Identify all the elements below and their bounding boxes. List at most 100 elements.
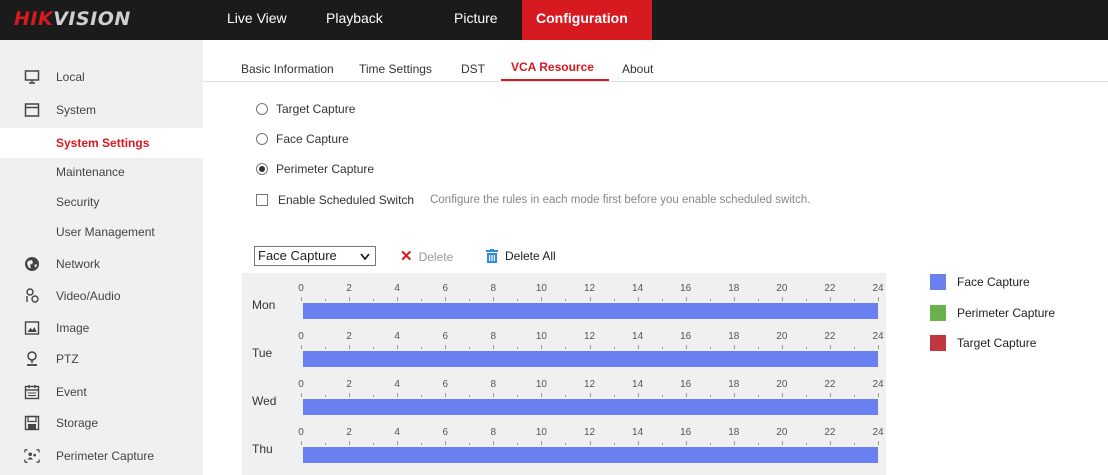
hour-tick-mark	[685, 441, 687, 445]
hour-tick-mark	[397, 393, 399, 397]
hour-tick-mark	[445, 297, 447, 301]
hour-minor-tick-mark	[757, 347, 759, 349]
hour-tick-label: 2	[346, 427, 352, 438]
hour-minor-tick-mark	[469, 443, 471, 445]
hour-tick-mark	[541, 345, 543, 349]
nav-configuration[interactable]: Configuration	[522, 0, 652, 40]
hour-tick-label: 8	[490, 427, 497, 438]
mode-option-face-capture[interactable]: Face Capture	[256, 131, 349, 147]
hour-tick-label: 16	[680, 331, 692, 342]
hour-tick-label: 16	[680, 427, 692, 438]
hour-tick-label: 0	[298, 331, 304, 342]
hour-tick-label: 14	[632, 283, 644, 294]
hour-tick-mark	[637, 441, 639, 445]
hour-minor-tick-mark	[325, 347, 327, 349]
radio-button[interactable]	[256, 133, 268, 145]
sidebar-item-label: System Settings	[56, 136, 150, 150]
hour-tick-mark	[685, 393, 687, 397]
hour-minor-tick-mark	[517, 347, 519, 349]
sidebar-item-network[interactable]: Network	[0, 249, 203, 279]
tab-basic-information[interactable]: Basic Information	[241, 62, 334, 76]
enable-scheduled-switch-checkbox[interactable]	[256, 194, 268, 206]
schedule-bar[interactable]	[303, 303, 878, 319]
save-icon	[24, 415, 40, 431]
hour-minor-tick-mark	[661, 395, 663, 397]
hour-tick-mark	[349, 297, 351, 301]
hour-tick-label: 14	[632, 427, 644, 438]
calendar-icon	[24, 384, 40, 400]
hour-tick-label: 14	[632, 379, 644, 390]
hour-tick-label: 2	[346, 283, 352, 294]
hour-tick-label: 8	[490, 283, 497, 294]
sidebar-item-ptz[interactable]: PTZ	[0, 344, 203, 374]
image-icon	[24, 320, 40, 336]
tab-time-settings[interactable]: Time Settings	[359, 62, 432, 76]
hour-tick-label: 2	[346, 379, 352, 390]
tab-about[interactable]: About	[622, 62, 653, 76]
schedule-bar[interactable]	[303, 351, 878, 367]
hour-tick-mark	[685, 297, 687, 301]
delete-button-label: Delete	[418, 250, 454, 264]
hour-tick-mark	[301, 393, 302, 397]
legend-item-face-capture: Face Capture	[930, 274, 1030, 290]
ptz-icon	[24, 351, 40, 367]
nav-picture[interactable]: Picture	[440, 0, 522, 40]
tab-vca-resource[interactable]: VCA Resource	[511, 60, 594, 74]
logo-part-vision: VISION	[53, 8, 131, 30]
hour-tick-label: 4	[394, 283, 400, 294]
logo-part-hik: HIK	[14, 8, 54, 30]
radio-button[interactable]	[256, 103, 268, 115]
hour-tick-mark	[301, 345, 302, 349]
schedule-bar[interactable]	[303, 447, 878, 463]
mode-option-perimeter-capture[interactable]: Perimeter Capture	[256, 161, 374, 177]
day-label: Thu	[252, 442, 273, 456]
hour-tick-label: 10	[535, 331, 547, 342]
hour-tick-label: 6	[442, 331, 449, 342]
sidebar-item-user-management[interactable]: User Management	[0, 217, 203, 247]
hour-minor-tick-mark	[469, 347, 471, 349]
hour-tick-mark	[589, 441, 591, 445]
hour-tick-mark	[349, 345, 351, 349]
sidebar-item-image[interactable]: Image	[0, 313, 203, 343]
delete-all-button[interactable]: Delete All	[486, 249, 556, 263]
schedule-mode-select[interactable]: Face Capture	[254, 246, 376, 266]
nav-live-view[interactable]: Live View	[216, 0, 312, 40]
hour-tick-mark	[829, 345, 831, 349]
sidebar-item-video-audio[interactable]: Video/Audio	[0, 281, 203, 311]
hour-minor-tick-mark	[853, 347, 855, 349]
hour-tick-mark	[397, 345, 399, 349]
delete-button[interactable]: ✕ Delete	[400, 249, 454, 264]
hour-tick-mark	[493, 297, 495, 301]
hour-minor-tick-mark	[661, 347, 663, 349]
active-tab-indicator	[501, 79, 609, 81]
sidebar-item-storage[interactable]: Storage	[0, 408, 203, 438]
hour-minor-tick-mark	[709, 395, 711, 397]
hour-tick-label: 4	[394, 379, 400, 390]
hour-tick-mark	[878, 441, 879, 445]
hour-tick-mark	[733, 393, 735, 397]
sidebar-item-event[interactable]: Event	[0, 377, 203, 407]
sidebar-item-perimeter-capture[interactable]: Perimeter Capture	[0, 441, 203, 471]
sidebar-item-local[interactable]: Local	[0, 62, 203, 92]
config-tabs: Basic Information Time Settings DST VCA …	[203, 40, 1108, 82]
legend-swatch	[930, 305, 946, 321]
sidebar-item-system-settings[interactable]: System Settings	[0, 128, 203, 158]
sidebar-item-system[interactable]: System	[0, 95, 203, 125]
day-label: Tue	[252, 346, 273, 360]
hour-minor-tick-mark	[613, 347, 615, 349]
enable-scheduled-switch-label[interactable]: Enable Scheduled Switch	[278, 193, 414, 207]
hour-minor-tick-mark	[613, 299, 615, 301]
mode-option-target-capture[interactable]: Target Capture	[256, 101, 355, 117]
hour-tick-label: 24	[872, 283, 884, 294]
hour-minor-tick-mark	[421, 395, 423, 397]
nav-playback[interactable]: Playback	[312, 0, 440, 40]
hour-minor-tick-mark	[565, 443, 567, 445]
hour-tick-mark	[781, 393, 783, 397]
sidebar-item-security[interactable]: Security	[0, 187, 203, 217]
sidebar-item-maintenance[interactable]: Maintenance	[0, 157, 203, 187]
schedule-bar[interactable]	[303, 399, 878, 415]
tab-dst[interactable]: DST	[461, 62, 485, 76]
window-icon	[24, 102, 40, 118]
hour-minor-tick-mark	[373, 347, 375, 349]
radio-button-checked[interactable]	[256, 163, 268, 175]
